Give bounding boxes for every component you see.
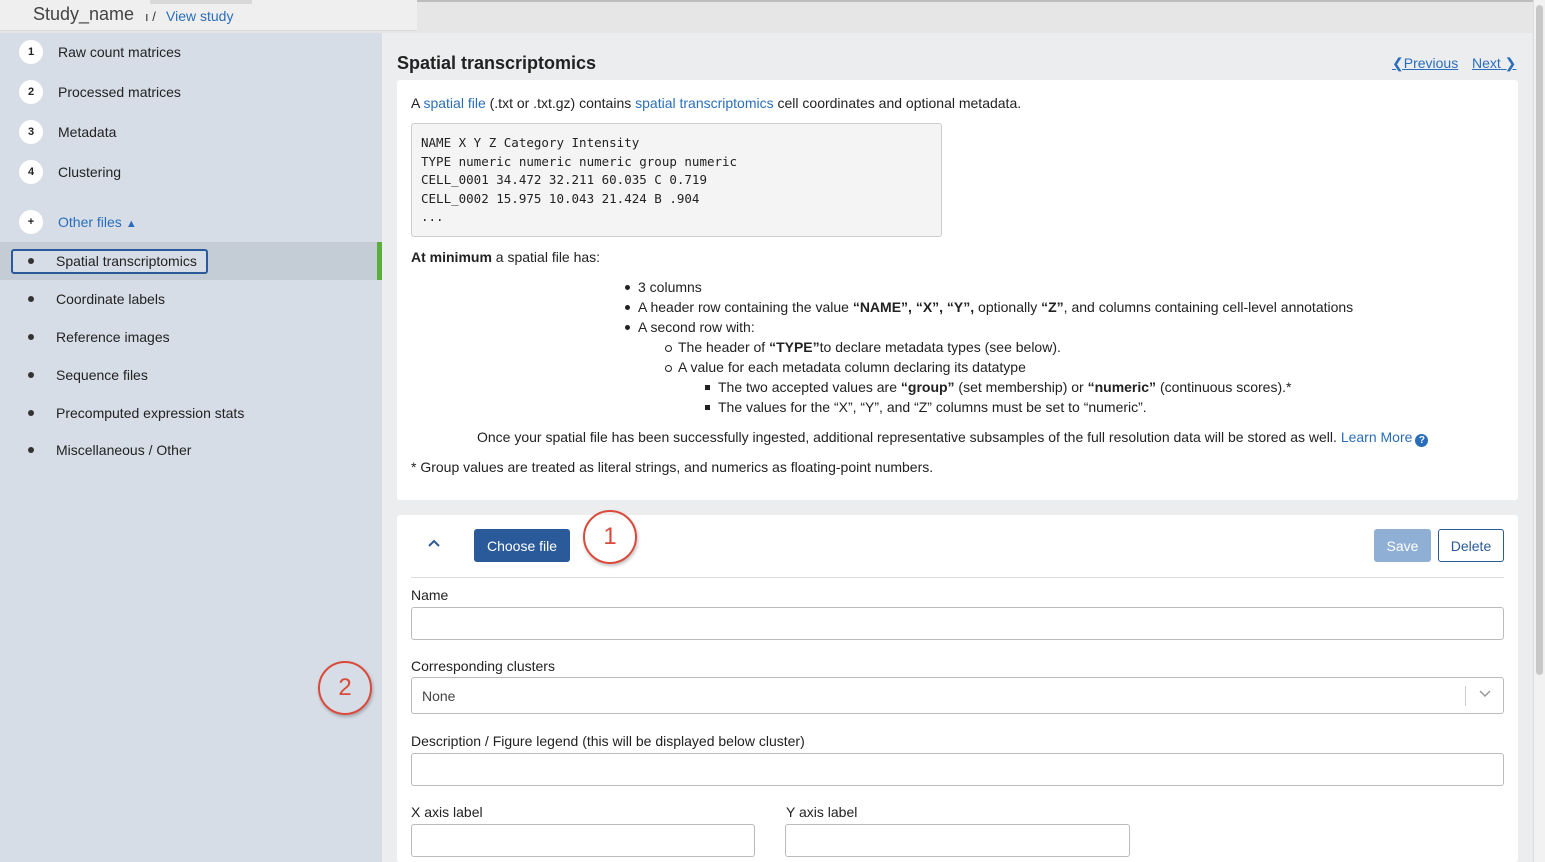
- choose-file-button[interactable]: Choose file: [474, 529, 570, 562]
- requirement-subsubitem: The two accepted values are “group” (set…: [704, 379, 1292, 395]
- sidebar-step-processed-matrices[interactable]: 2 Processed matrices: [19, 80, 181, 104]
- step-number: 1: [19, 40, 43, 64]
- sidebar-item-precomputed-expression-stats[interactable]: Precomputed expression stats: [0, 394, 382, 432]
- bullet-icon: [28, 410, 34, 416]
- bullet-icon: [28, 296, 34, 302]
- minimum-heading: At minimum a spatial file has:: [411, 249, 601, 265]
- select-separator: [1465, 686, 1466, 706]
- step-number: 4: [19, 160, 43, 184]
- sidebar-step-raw-count-matrices[interactable]: 1 Raw count matrices: [19, 40, 181, 64]
- name-input[interactable]: [411, 607, 1504, 640]
- chevron-up-icon[interactable]: [424, 536, 444, 556]
- y-axis-label: Y axis label: [786, 804, 858, 820]
- corresponding-clusters-select[interactable]: None: [411, 677, 1504, 714]
- view-study-link[interactable]: View study: [166, 8, 233, 24]
- y-axis-input[interactable]: [785, 824, 1130, 857]
- scrollbar-thumb[interactable]: [1536, 5, 1543, 675]
- sidebar-step-metadata[interactable]: 3 Metadata: [19, 120, 116, 144]
- sidebar-item-reference-images[interactable]: Reference images: [0, 318, 382, 356]
- x-axis-label: X axis label: [411, 804, 483, 820]
- intro-text: A spatial file (.txt or .txt.gz) contain…: [411, 95, 1022, 111]
- breadcrumb: Study_name ı / View study: [0, 0, 417, 31]
- breadcrumb-separator: ı /: [145, 9, 156, 24]
- sidebar-item-label: Precomputed expression stats: [56, 405, 245, 421]
- study-name: Study_name: [33, 4, 135, 24]
- step-number: 2: [19, 80, 43, 104]
- bullet-icon: [28, 258, 34, 264]
- requirement-item: A header row containing the value “NAME”…: [624, 299, 1354, 315]
- sidebar-item-coordinate-labels[interactable]: Coordinate labels: [0, 280, 382, 318]
- name-label: Name: [411, 587, 449, 603]
- requirement-item: 3 columns: [625, 279, 702, 295]
- ingest-note: Once your spatial file has been successf…: [477, 429, 1429, 447]
- sidebar-item-miscellaneous-other[interactable]: Miscellaneous / Other: [0, 431, 382, 469]
- sidebar-item-sequence-files[interactable]: Sequence files: [0, 356, 382, 394]
- step-label: Metadata: [58, 124, 117, 140]
- clusters-label: Corresponding clusters: [411, 658, 555, 674]
- step-label: Raw count matrices: [58, 44, 181, 60]
- description-input[interactable]: [411, 753, 1504, 786]
- selected-value: None: [422, 688, 456, 704]
- step-number: 3: [19, 120, 43, 144]
- sidebar-other-files-toggle[interactable]: + Other files ▲: [19, 210, 137, 234]
- bullet-icon: [28, 447, 34, 453]
- sidebar-step-clustering[interactable]: 4 Clustering: [19, 160, 121, 184]
- help-icon[interactable]: ?: [1415, 434, 1429, 447]
- requirement-subitem: The header of “TYPE”to declare metadata …: [665, 339, 1061, 355]
- description-label: Description / Figure legend (this will b…: [411, 733, 805, 749]
- sidebar-item-label: Reference images: [56, 329, 170, 345]
- example-file-code: NAME X Y Z Category Intensity TYPE numer…: [411, 123, 942, 237]
- chevron-up-icon: ▲: [125, 218, 137, 230]
- requirement-subsubitem: The values for the “X”, “Y”, and “Z” col…: [705, 399, 1147, 415]
- bullet-icon: [28, 334, 34, 340]
- sidebar-item-label: Coordinate labels: [56, 291, 165, 307]
- save-button[interactable]: Save: [1374, 529, 1431, 562]
- learn-more-link[interactable]: Learn More: [1341, 429, 1413, 445]
- sidebar-item-spatial-transcriptomics[interactable]: Spatial transcriptomics: [0, 242, 382, 280]
- sidebar-item-label: Miscellaneous / Other: [56, 442, 192, 458]
- previous-link[interactable]: ❮Previous: [1392, 55, 1458, 72]
- spatial-file-link[interactable]: spatial file: [423, 95, 485, 111]
- delete-button[interactable]: Delete: [1438, 529, 1504, 562]
- tab-indicator: [150, 0, 252, 4]
- annotation-marker-1: 1: [583, 510, 637, 564]
- step-label: Clustering: [58, 164, 122, 180]
- plus-icon: +: [19, 210, 43, 234]
- sidebar-item-label: Sequence files: [56, 367, 148, 383]
- annotation-marker-2: 2: [318, 661, 372, 715]
- spatial-transcriptomics-link[interactable]: spatial transcriptomics: [635, 95, 774, 111]
- step-label: Processed matrices: [58, 84, 181, 100]
- x-axis-input[interactable]: [411, 824, 755, 857]
- other-files-label: Other files ▲: [58, 214, 137, 230]
- divider: [411, 577, 1504, 578]
- bullet-icon: [28, 372, 34, 378]
- requirement-item: A second row with:: [625, 319, 755, 335]
- chevron-down-icon[interactable]: [1477, 686, 1493, 702]
- page-title: Spatial transcriptomics: [397, 53, 597, 73]
- sidebar-item-label: Spatial transcriptomics: [56, 253, 197, 269]
- next-link[interactable]: Next ❯: [1472, 55, 1516, 72]
- requirement-subitem: A value for each metadata column declari…: [665, 359, 1026, 375]
- footnote: * Group values are treated as literal st…: [411, 459, 934, 475]
